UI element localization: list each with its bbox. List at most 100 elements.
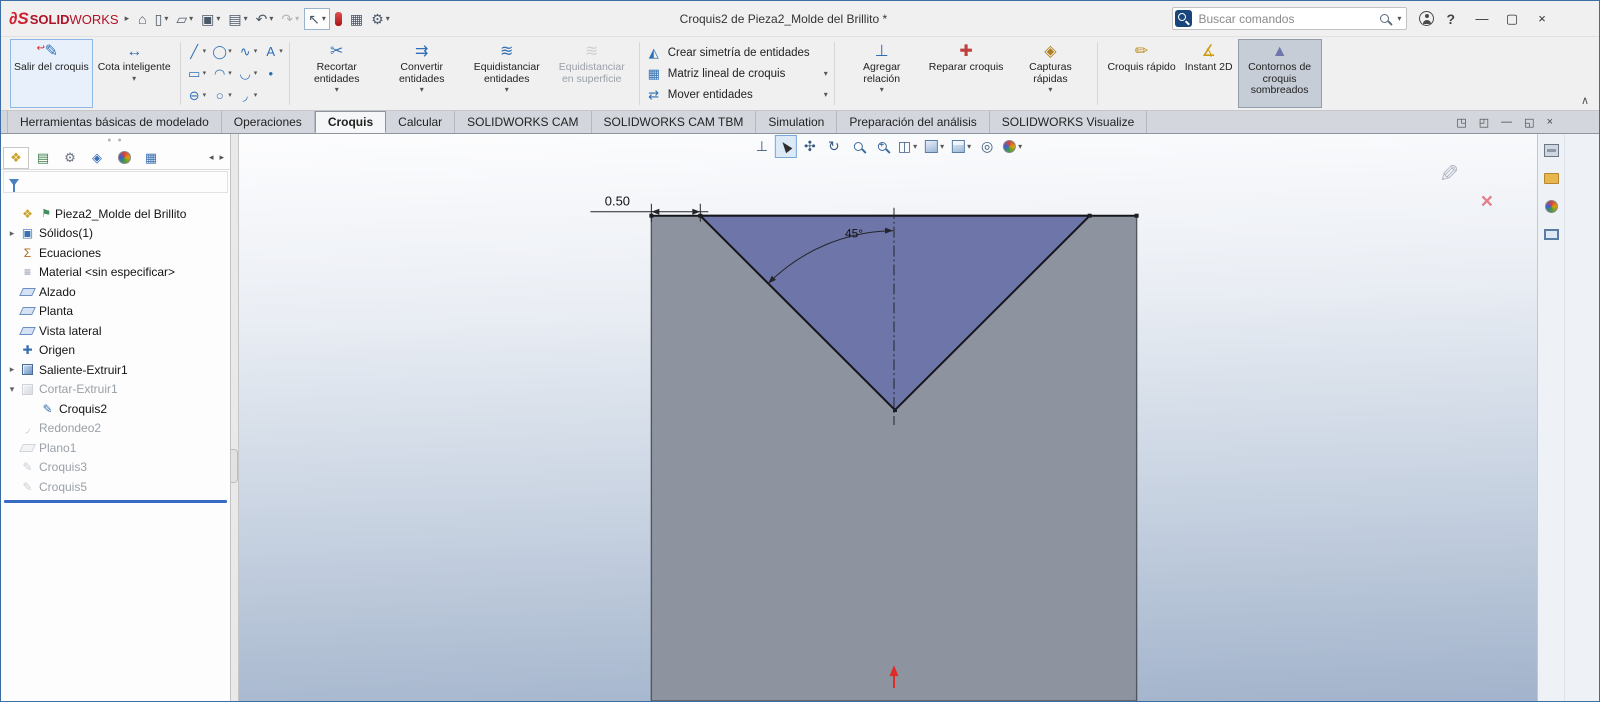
tree-item-planta[interactable]: Planta xyxy=(1,302,230,322)
line-tool[interactable]: ╱ ▾ xyxy=(185,42,209,61)
sketch-fillet-tool[interactable]: ◞ ▾ xyxy=(236,86,260,105)
logo-expand-arrow[interactable]: ▸ xyxy=(125,13,130,24)
dimxpertmanager-tab[interactable]: ◈ xyxy=(84,147,110,169)
hide-show-items-icon[interactable]: ◎ xyxy=(976,135,998,158)
section-view-icon[interactable]: ◫ ▾ xyxy=(895,135,920,158)
normal-to-icon[interactable]: ⊥ xyxy=(751,135,773,158)
scroll-right-icon[interactable]: ▸ xyxy=(219,152,224,163)
linear-sketch-pattern-button[interactable]: ▦ Matriz lineal de croquis ▾ xyxy=(646,64,828,83)
displaymanager-tab[interactable] xyxy=(111,147,137,169)
tree-item-material-sin-especificar[interactable]: ≡ Material <sin especificar> xyxy=(1,263,230,283)
tile-window-icon[interactable]: ◰ xyxy=(1479,116,1489,129)
tab-preparaci-n-del-an-lisis[interactable]: Preparación del análisis xyxy=(837,111,990,133)
slot-tool[interactable]: ⊖ ▾ xyxy=(185,86,209,105)
filter-input[interactable] xyxy=(25,174,222,190)
open-document-button[interactable]: ▱ ▾ xyxy=(173,9,196,29)
circle-tool[interactable]: ◯ ▾ xyxy=(210,42,234,61)
panel-splitter[interactable] xyxy=(231,134,239,701)
view-orientation-icon[interactable]: ▾ xyxy=(922,135,947,158)
tree-item-cortar-extruir1[interactable]: ▾ Cortar-Extruir1 xyxy=(1,380,230,400)
close-doc-button[interactable]: × xyxy=(1547,116,1553,128)
tree-item-saliente-extruir1[interactable]: ▸ Saliente-Extruir1 xyxy=(1,360,230,380)
tree-item-vista-lateral[interactable]: Vista lateral xyxy=(1,321,230,341)
command-search[interactable]: Buscar comandos ▾ xyxy=(1172,7,1408,30)
filter-icon[interactable] xyxy=(9,178,19,192)
minimize-doc-button[interactable]: — xyxy=(1501,116,1512,128)
tree-item-redondeo2[interactable]: ◞ Redondeo2 xyxy=(1,419,230,439)
print-button[interactable]: ▤ ▾ xyxy=(225,9,250,29)
expander-icon[interactable]: ▸ xyxy=(5,228,19,239)
tab-solidworks-cam-tbm[interactable]: SOLIDWORKS CAM TBM xyxy=(592,111,757,133)
quick-snaps-button[interactable]: ◈ Capturas rápidas ▾ xyxy=(1008,39,1092,108)
select-cursor-icon[interactable] xyxy=(774,135,797,158)
tree-item-s-lidos-1[interactable]: ▸ ▣ Sólidos(1) xyxy=(1,224,230,244)
tab-croquis[interactable]: Croquis xyxy=(314,111,387,133)
zoom-area-icon[interactable] xyxy=(871,135,893,158)
help-icon[interactable]: ? xyxy=(1446,11,1455,27)
tree-item-croquis5[interactable]: ✎ Croquis5 xyxy=(1,477,230,497)
tab-operaciones[interactable]: Operaciones xyxy=(222,111,315,133)
offset-on-surface-button[interactable]: ≋ Equidistanciar en superficie xyxy=(550,39,634,108)
solidworks-resources-icon[interactable] xyxy=(1540,139,1562,161)
appearances-scenes-icon[interactable] xyxy=(1540,195,1562,217)
select-tool-button[interactable]: ↖ ▾ xyxy=(304,7,330,30)
red-capsule-icon[interactable] xyxy=(332,10,345,28)
confirm-exit-sketch-icon[interactable]: ✎ xyxy=(1439,160,1459,189)
shaded-sketch-contours-button[interactable]: ▲ Contornos de croquis sombreados xyxy=(1237,39,1322,108)
instant2d-button[interactable]: ∡ Instant 2D xyxy=(1181,39,1237,108)
zoom-icon[interactable] xyxy=(847,135,869,158)
spline-tool[interactable]: ∿ ▾ xyxy=(236,42,260,61)
featuremanager-tab[interactable]: ❖ xyxy=(3,146,29,169)
rollback-bar[interactable] xyxy=(4,499,227,503)
appearance-icon[interactable]: ▾ xyxy=(1000,135,1025,158)
minimize-button[interactable]: — xyxy=(1467,8,1497,29)
close-button[interactable]: × xyxy=(1527,8,1557,29)
redo-button[interactable]: ↷ ▾ xyxy=(278,9,302,29)
graphics-area[interactable]: 0.50 45° ⊥ ✣ ↻ + ◫ ▾ ▾ ▾ ◎ ▾ ✎ × xyxy=(239,134,1537,701)
convert-entities-button[interactable]: ⇉ Convertir entidades ▾ xyxy=(380,39,464,108)
display-style-icon[interactable]: ▾ xyxy=(949,135,974,158)
pan-icon[interactable]: ✣ xyxy=(799,135,821,158)
tree-item-ecuaciones[interactable]: Σ Ecuaciones xyxy=(1,243,230,263)
mirror-entities-button[interactable]: ◭ Crear simetría de entidades xyxy=(646,43,828,62)
home-button[interactable]: ⌂ xyxy=(135,9,149,29)
offset-entities-button[interactable]: ≋ Equidistanciar entidades ▾ xyxy=(465,39,549,108)
rotate-view-icon[interactable]: ↻ xyxy=(823,135,845,158)
new-document-button[interactable]: ▯ ▾ xyxy=(152,9,172,29)
user-account-icon[interactable] xyxy=(1419,11,1435,26)
point-tool[interactable]: • xyxy=(261,64,280,83)
restore-doc-button[interactable]: ◱ xyxy=(1524,116,1534,129)
maximize-button[interactable]: ▢ xyxy=(1497,8,1527,30)
trim-entities-button[interactable]: ✂ Recortar entidades ▾ xyxy=(295,39,379,108)
add-relation-button[interactable]: ⊥ Agregar relación ▾ xyxy=(840,39,924,108)
repair-sketch-button[interactable]: ✚ Reparar croquis xyxy=(925,39,1008,108)
tree-item-alzado[interactable]: Alzado xyxy=(1,282,230,302)
panel-resize-handle[interactable]: ● ● xyxy=(1,134,230,146)
tab-solidworks-cam[interactable]: SOLIDWORKS CAM xyxy=(455,111,592,133)
float-window-icon[interactable]: ◳ xyxy=(1456,116,1466,129)
tree-item-croquis2[interactable]: ✎ Croquis2 xyxy=(1,399,230,419)
tree-item-plano1[interactable]: Plano1 xyxy=(1,438,230,458)
splitter-nub[interactable] xyxy=(231,449,238,483)
evaluate-sheet-button[interactable]: ▦ xyxy=(347,9,366,29)
configurationmanager-tab[interactable]: ⚙ xyxy=(57,147,83,169)
conic-tool[interactable]: ◡ ▾ xyxy=(236,64,260,83)
rectangle-tool[interactable]: ▭ ▾ xyxy=(185,64,209,83)
design-library-icon[interactable] xyxy=(1540,167,1562,189)
tab-calcular[interactable]: Calcular xyxy=(386,111,456,133)
propertymanager-tab[interactable]: ▤ xyxy=(30,147,56,169)
smart-dimension-button[interactable]: ↔ Cota inteligente ▾ xyxy=(94,39,175,108)
confirm-cancel-sketch-icon[interactable]: × xyxy=(1481,191,1493,212)
undo-button[interactable]: ↶ ▾ xyxy=(253,9,277,29)
rapid-sketch-button[interactable]: ✏ Croquis rápido xyxy=(1103,39,1179,108)
tree-item-pieza2-molde-del-brillito[interactable]: ❖ ⚑ Pieza2_Molde del Brillito xyxy=(1,204,230,224)
exit-sketch-button[interactable]: ✎Salir del croquis xyxy=(10,39,93,108)
tab-solidworks-visualize[interactable]: SOLIDWORKS Visualize xyxy=(990,111,1148,133)
search-icon[interactable] xyxy=(1380,14,1390,23)
arc-tool[interactable]: ◠ ▾ xyxy=(210,64,234,83)
ellipse-tool[interactable]: ○ ▾ xyxy=(210,86,234,105)
tab-herramientas-b-sicas-de-modelado[interactable]: Herramientas básicas de modelado xyxy=(7,111,222,133)
tab-simulation[interactable]: Simulation xyxy=(756,111,838,133)
search-dropdown-arrow[interactable]: ▾ xyxy=(1397,14,1401,23)
move-entities-button[interactable]: ⇄ Mover entidades ▾ xyxy=(646,85,827,104)
